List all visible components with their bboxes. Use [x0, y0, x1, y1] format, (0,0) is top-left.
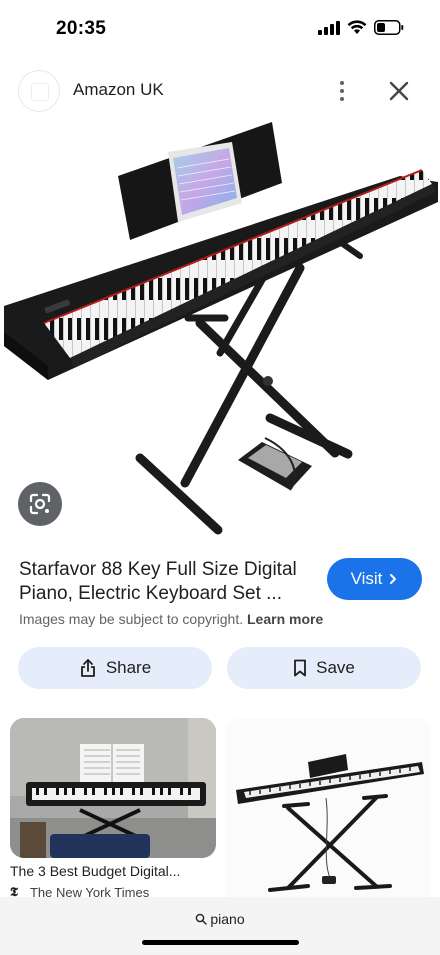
source-name[interactable]: Amazon UK: [73, 80, 164, 100]
result-title[interactable]: Starfavor 88 Key Full Size Digital Piano…: [19, 558, 319, 606]
bookmark-icon: [294, 659, 307, 677]
save-label: Save: [316, 658, 355, 677]
piano-stand-image: [226, 718, 431, 908]
dot: [340, 81, 344, 85]
home-indicator: [142, 940, 299, 945]
visit-button[interactable]: Visit: [327, 558, 422, 600]
chevron-right-icon: [390, 574, 397, 584]
search-icon: [196, 913, 208, 925]
copyright-notice: Images may be subject to copyright. Lear…: [19, 611, 323, 627]
search-query[interactable]: piano: [0, 911, 440, 927]
dot: [340, 89, 344, 93]
share-label: Share: [105, 658, 152, 677]
visit-label: Visit: [350, 569, 383, 588]
main-image[interactable]: [0, 118, 440, 543]
save-button[interactable]: Save: [227, 647, 421, 689]
bottom-search-bar[interactable]: piano: [0, 897, 440, 955]
copyright-text: Images may be subject to copyright.: [19, 611, 244, 627]
share-icon: [80, 659, 95, 677]
status-time: 20:35: [56, 18, 107, 39]
status-bar: 20:35: [0, 0, 440, 60]
digital-piano-image: [4, 122, 438, 535]
related-title-1[interactable]: The 3 Best Budget Digital...: [10, 863, 180, 879]
lens-button[interactable]: [18, 482, 62, 526]
signal-icon: [318, 20, 340, 35]
more-options-button[interactable]: [330, 76, 354, 106]
related-image-2[interactable]: [226, 718, 431, 908]
wifi-icon: [347, 20, 367, 34]
status-icons: [318, 20, 404, 35]
learn-more-link[interactable]: Learn more: [247, 611, 323, 627]
search-query-text: piano: [210, 911, 245, 927]
lens-icon: [29, 493, 51, 515]
share-button[interactable]: Share: [18, 647, 212, 689]
battery-icon: [374, 20, 404, 35]
source-header: Amazon UK: [0, 66, 440, 116]
dot: [340, 97, 344, 101]
source-favicon: [18, 70, 60, 112]
close-icon[interactable]: [384, 76, 414, 106]
related-image-1[interactable]: [10, 718, 216, 858]
piano-room-image: [10, 718, 216, 858]
